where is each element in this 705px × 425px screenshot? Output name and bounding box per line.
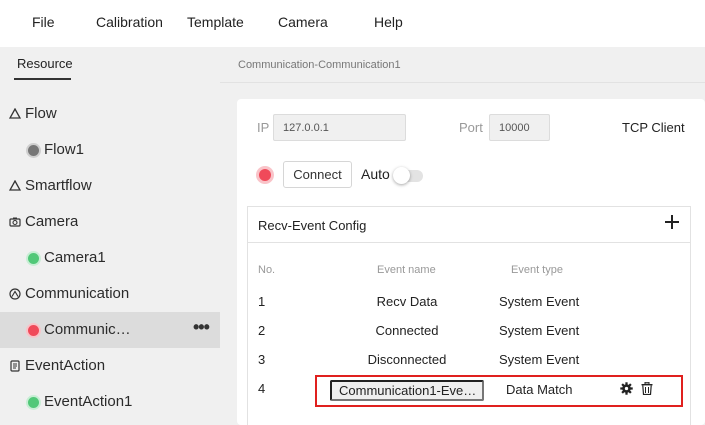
tree-label: Smartflow — [25, 177, 92, 194]
trash-icon[interactable] — [641, 382, 653, 395]
communication-icon — [9, 288, 21, 300]
menu-help[interactable]: Help — [374, 14, 403, 30]
connect-button[interactable]: Connect — [283, 161, 352, 188]
breadcrumb-bar: Communication-Communication1 — [220, 47, 705, 83]
row-event-name: Connected — [375, 323, 439, 338]
event-name-input[interactable] — [330, 380, 484, 401]
recv-event-header: Recv-Event Config — [248, 207, 690, 243]
connection-mode-label: TCP Client — [622, 120, 685, 135]
tree-label: Communication — [25, 285, 130, 302]
tree-label: EventAction1 — [44, 393, 133, 410]
add-icon[interactable] — [665, 215, 679, 229]
gear-icon[interactable] — [620, 382, 633, 395]
tree-group-smartflow[interactable]: Smartflow — [0, 168, 220, 204]
tree-label: Camera1 — [44, 249, 106, 266]
auto-label: Auto — [361, 166, 390, 182]
highlighted-table-row[interactable]: Data Match — [315, 375, 683, 407]
status-dot-green — [28, 253, 39, 264]
row-event-name: Recv Data — [376, 294, 438, 309]
tree-item-communication1[interactable]: Communic… ••• — [0, 312, 220, 348]
toggle-knob — [393, 167, 410, 184]
row-no: 1 — [258, 294, 266, 309]
communication-panel: IP Port TCP Client Connect Auto Recv-Eve… — [237, 99, 705, 425]
row-event-type: Data Match — [506, 382, 573, 397]
tree-group-eventaction[interactable]: EventAction — [0, 348, 220, 384]
tree-item-eventaction1[interactable]: EventAction1 — [0, 384, 220, 420]
tree-label: Flow — [25, 105, 57, 122]
sidebar: Resource Flow Flow1 Smartflow Camera Cam… — [0, 47, 220, 425]
more-options-icon[interactable]: ••• — [193, 317, 210, 338]
camera-icon — [9, 217, 21, 227]
recv-event-title: Recv-Event Config — [258, 218, 367, 233]
tree-item-camera1[interactable]: Camera1 — [0, 240, 220, 276]
row-no: 3 — [258, 352, 266, 367]
row-event-type: System Event — [499, 352, 580, 367]
flow-icon — [9, 108, 21, 119]
menu-bar: File Calibration Template Camera Help — [0, 0, 705, 47]
row-event-type: System Event — [499, 323, 580, 338]
port-label: Port — [459, 120, 483, 135]
tab-resource[interactable]: Resource — [17, 56, 73, 71]
row-no: 2 — [258, 323, 266, 338]
tab-underline — [14, 78, 71, 80]
menu-template[interactable]: Template — [187, 14, 244, 30]
event-action-icon — [10, 360, 20, 372]
auto-toggle[interactable] — [393, 167, 423, 184]
ip-input[interactable] — [273, 114, 406, 141]
tree-group-flow[interactable]: Flow — [0, 96, 220, 132]
sidebar-tabbar: Resource — [0, 47, 220, 83]
port-input[interactable] — [489, 114, 550, 141]
menu-file[interactable]: File — [32, 14, 55, 30]
tree-item-flow1[interactable]: Flow1 — [0, 132, 220, 168]
status-dot-gray — [28, 145, 39, 156]
col-header-event-name: Event name — [377, 264, 436, 276]
tree-label: Communic… — [44, 321, 131, 338]
menu-camera[interactable]: Camera — [278, 14, 328, 30]
connection-status-dot — [259, 169, 271, 181]
menu-calibration[interactable]: Calibration — [96, 14, 163, 30]
row-no: 4 — [258, 381, 266, 396]
col-header-event-type: Event type — [511, 264, 563, 276]
tree-label: Camera — [25, 213, 79, 230]
ip-label: IP — [257, 120, 270, 135]
status-dot-green — [28, 397, 39, 408]
tree-label: Flow1 — [44, 141, 85, 158]
smartflow-icon — [9, 180, 21, 191]
row-event-name: Disconnected — [367, 352, 447, 367]
tree-group-communication[interactable]: Communication — [0, 276, 220, 312]
row-event-type: System Event — [499, 294, 580, 309]
breadcrumb: Communication-Communication1 — [238, 59, 401, 71]
recv-event-config: Recv-Event Config No. Event name Event t… — [247, 206, 691, 425]
col-header-no: No. — [258, 264, 276, 276]
main-area: Communication-Communication1 IP Port TCP… — [220, 47, 705, 425]
tree-label: EventAction — [25, 357, 106, 374]
status-dot-red — [28, 325, 39, 336]
tree-group-camera[interactable]: Camera — [0, 204, 220, 240]
